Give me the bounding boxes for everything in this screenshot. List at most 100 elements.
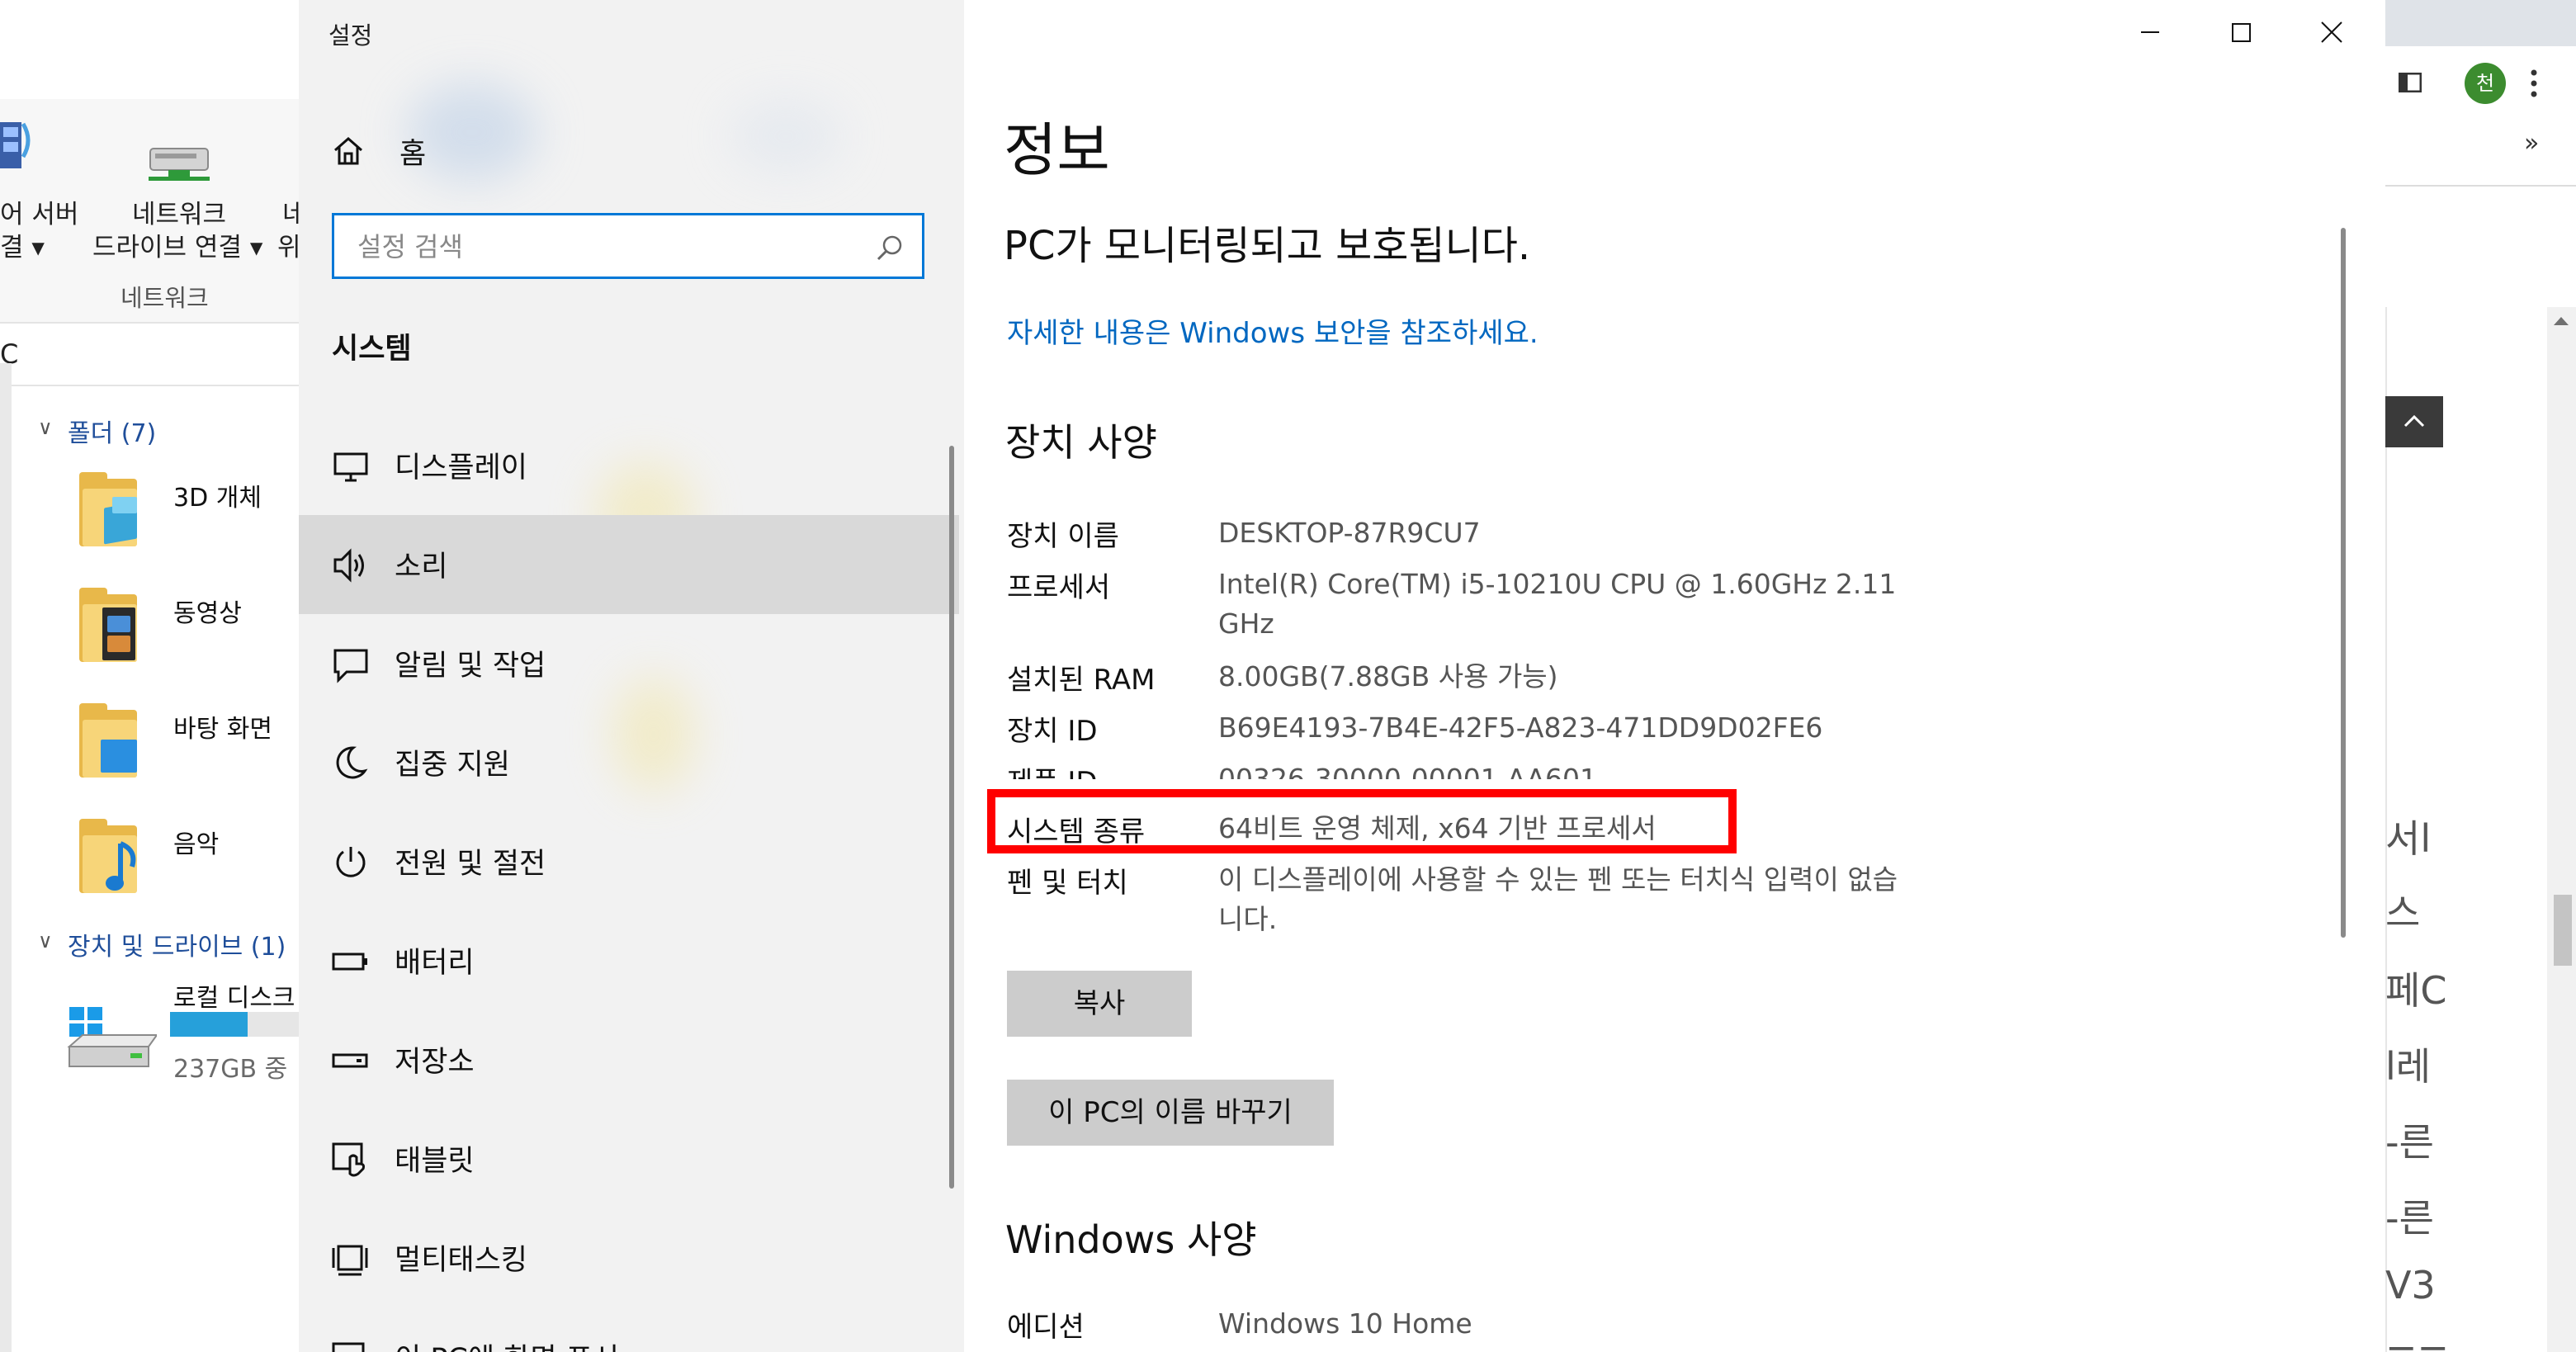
partial-text: 페C	[2385, 968, 2447, 1013]
maximize-icon	[2232, 23, 2251, 42]
media-server-label-line2[interactable]: 결 ▾	[0, 226, 45, 263]
scroll-up-arrow-icon[interactable]	[2552, 315, 2570, 327]
notification-icon	[333, 649, 368, 683]
partial-text: -른	[2385, 1196, 2434, 1241]
folder-label[interactable]: 바탕 화면	[173, 708, 272, 745]
nav-item-battery[interactable]: 배터리	[299, 911, 959, 1010]
network-drive-icon[interactable]	[145, 137, 215, 183]
folder-label[interactable]: 음악	[173, 824, 219, 860]
nav-item-label: 디스플레이	[395, 451, 528, 485]
spec-key: 에디션	[1007, 1311, 1085, 1344]
navigation-pane[interactable]	[0, 363, 12, 1352]
settings-content-pane: 정보 PC가 모니터링되고 보호됩니다. 자세한 내용은 Windows 보안을…	[964, 0, 2385, 1352]
browser-scrollbar[interactable]	[2547, 307, 2576, 1352]
partial-text: 스	[2385, 891, 2421, 935]
address-bar[interactable]: C	[0, 327, 299, 386]
settings-group-title: 시스템	[332, 333, 412, 366]
sidebar-toggle-icon[interactable]	[2399, 73, 2422, 92]
background-browser-window: 천 » 서l 스 페C l레 -른 -른 V3 ==	[2385, 0, 2576, 1352]
nav-item-focus-assist[interactable]: 집중 지원	[299, 713, 959, 812]
partial-text: ==	[2385, 1329, 2450, 1352]
speaker-icon	[333, 548, 364, 583]
folder-label[interactable]: 동영상	[173, 593, 242, 629]
network-drive-label[interactable]: 네트워크	[132, 193, 226, 230]
nav-item-notifications[interactable]: 알림 및 작업	[299, 614, 959, 713]
drive-label[interactable]: 로컬 디스크	[173, 977, 295, 1014]
devices-section-header[interactable]: 장치 및 드라이브 (1)	[68, 926, 286, 962]
chevron-down-icon[interactable]: ∨	[38, 416, 53, 439]
settings-search-field[interactable]	[332, 213, 924, 279]
folder-videos-icon[interactable]	[79, 588, 137, 662]
folder-music-icon[interactable]	[79, 819, 137, 893]
browser-tab-strip	[2385, 0, 2576, 46]
storage-icon	[332, 1053, 368, 1068]
partial-text: l레	[2385, 1044, 2432, 1089]
search-icon[interactable]	[876, 234, 904, 262]
battery-icon	[332, 953, 367, 971]
nav-item-storage[interactable]: 저장소	[299, 1010, 959, 1109]
maximize-button[interactable]	[2196, 0, 2286, 66]
nav-item-display[interactable]: 디스플레이	[299, 416, 959, 515]
copy-button[interactable]: 복사	[1007, 971, 1192, 1037]
monitor-icon	[333, 452, 368, 482]
nav-item-sound[interactable]: 소리	[299, 515, 959, 614]
nav-item-power-sleep[interactable]: 전원 및 절전	[299, 812, 959, 911]
home-label: 홈	[399, 138, 427, 171]
project-icon	[332, 1342, 365, 1352]
nav-item-label: 알림 및 작업	[395, 650, 546, 683]
nav-item-tablet[interactable]: 태블릿	[299, 1109, 959, 1208]
windows-spec-title: Windows 사양	[1005, 1217, 1257, 1262]
browser-scroll-thumb[interactable]	[2554, 895, 2572, 966]
spec-value: 8.00GB(7.88GB 사용 가능)	[1218, 660, 1558, 693]
spec-key: 장치 ID	[1007, 715, 1098, 748]
folder-desktop-icon[interactable]	[79, 703, 137, 778]
minimize-button[interactable]	[2105, 0, 2196, 66]
nav-scrollbar[interactable]	[949, 446, 954, 1189]
spec-value: B69E4193-7B4E-42F5-A823-471DD9D02FE6	[1218, 711, 1823, 744]
local-disk-icon[interactable]	[66, 999, 158, 1073]
bookmarks-overflow-icon[interactable]: »	[2524, 129, 2539, 158]
nav-item-label: 태블릿	[395, 1145, 475, 1178]
settings-navigation-pane: 설정 홈 시스템 디스플레이 소리	[299, 0, 964, 1352]
chevron-up-icon	[2403, 414, 2425, 428]
spec-value: Windows 10 Home	[1218, 1307, 1472, 1340]
page-scroll-top-button[interactable]	[2385, 396, 2443, 447]
close-icon	[2321, 21, 2342, 43]
page-title: 정보	[1004, 116, 1110, 184]
menu-dots-icon[interactable]	[2529, 68, 2539, 99]
minimize-icon	[2141, 31, 2159, 33]
nav-item-label: 저장소	[395, 1046, 475, 1079]
folder-3d-objects-icon[interactable]	[79, 472, 137, 546]
drive-usage-text: 237GB 중	[173, 1055, 288, 1084]
media-server-icon[interactable]	[0, 116, 33, 178]
device-spec-title: 장치 사양	[1005, 420, 1157, 465]
spec-key: 펜 및 터치	[1007, 867, 1128, 900]
nav-item-multitasking[interactable]: 멀티태스킹	[299, 1208, 959, 1307]
file-explorer-window: 어 서버 결 ▾ 네트워크 드라이브 연결 ▾ 네 위 네트워크 C ∨ 폴더 …	[0, 0, 299, 1352]
settings-search-input[interactable]	[356, 224, 854, 270]
highlight-box	[987, 789, 1737, 853]
windows-security-link[interactable]: 자세한 내용은 Windows 보안을 참조하세요.	[1007, 310, 1539, 351]
spec-value: 이 디스플레이에 사용할 수 있는 펜 또는 터치식 입력이 없습니다.	[1218, 863, 1898, 935]
close-button[interactable]	[2286, 0, 2377, 66]
ribbon-partial-button-label[interactable]: 네	[282, 193, 299, 230]
ribbon-partial-button-label-line2[interactable]: 위	[277, 226, 299, 263]
nav-item-label: 집중 지원	[395, 749, 510, 782]
spec-key: 장치 이름	[1007, 520, 1119, 553]
nav-item-label: 배터리	[395, 947, 475, 980]
rename-pc-button[interactable]: 이 PC의 이름 바꾸기	[1007, 1080, 1334, 1146]
app-title: 설정	[328, 21, 373, 50]
media-server-label[interactable]: 어 서버	[0, 193, 78, 230]
content-scrollbar[interactable]	[2341, 228, 2346, 938]
profile-avatar[interactable]: 천	[2465, 63, 2506, 104]
network-drive-label-line2[interactable]: 드라이브 연결 ▾	[92, 226, 262, 263]
nav-item-label: 전원 및 절전	[395, 848, 546, 881]
folder-label[interactable]: 3D 개체	[173, 477, 262, 513]
folders-section-header[interactable]: 폴더 (7)	[68, 413, 156, 449]
nav-item-project-to-pc[interactable]: 이 PC에 화면 표시	[299, 1307, 959, 1352]
home-icon	[334, 137, 362, 165]
chevron-down-icon[interactable]: ∨	[38, 929, 53, 953]
tablet-icon	[332, 1142, 365, 1177]
nav-item-label: 소리	[395, 551, 448, 584]
moon-icon	[336, 746, 368, 779]
